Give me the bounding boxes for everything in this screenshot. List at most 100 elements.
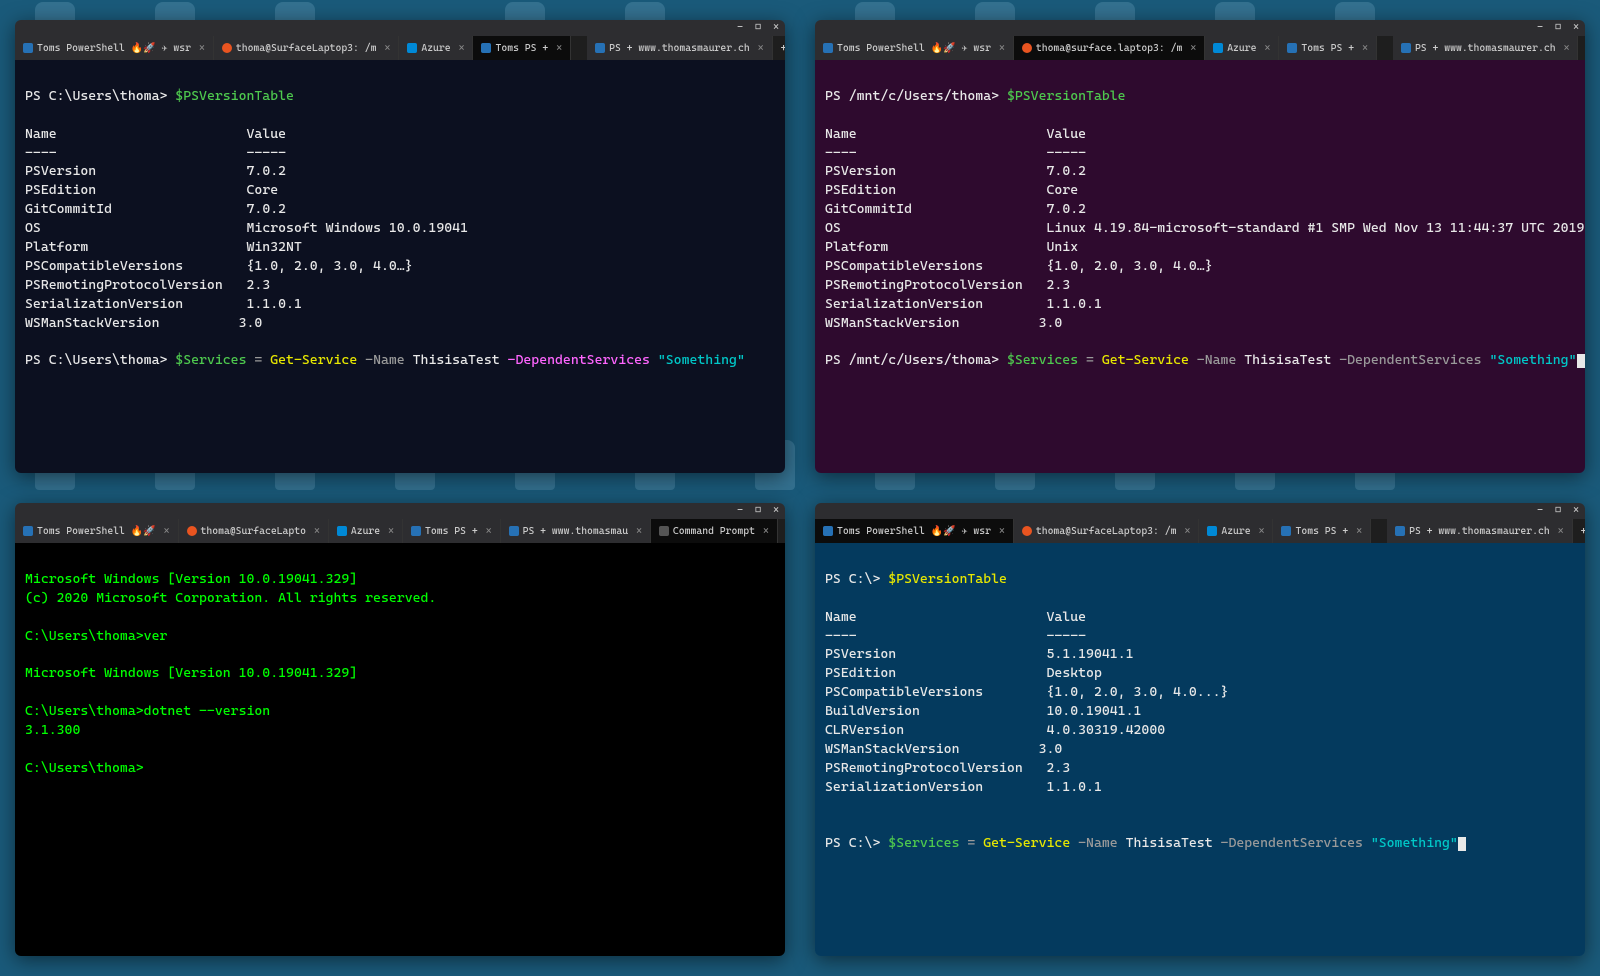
close-button[interactable]: ×: [771, 506, 781, 516]
minimize-button[interactable]: −: [1535, 23, 1545, 33]
close-icon[interactable]: ×: [636, 526, 642, 537]
tab-ps-web[interactable]: PS + www.thomasmaurer.ch×: [1393, 36, 1578, 60]
close-icon[interactable]: ×: [199, 43, 205, 54]
row-key: SerializationVersion: [25, 296, 183, 312]
tab-azure[interactable]: Azure×: [399, 36, 473, 60]
terminal-output[interactable]: PS C:\> $PSVersionTable Name Value ---- …: [815, 543, 1585, 956]
titlebar[interactable]: − □ ×: [15, 503, 785, 519]
tab-powershell[interactable]: Toms PowerShell 🔥🚀 ✈ wsr ×: [815, 36, 1014, 60]
close-icon[interactable]: ×: [459, 43, 465, 54]
close-icon[interactable]: ×: [1558, 526, 1564, 537]
close-button[interactable]: ×: [1571, 23, 1581, 33]
titlebar[interactable]: − □ ×: [15, 20, 785, 36]
tab-linux[interactable]: thoma@SurfaceLaptop3: /m ×: [214, 36, 399, 60]
close-icon[interactable]: ×: [758, 43, 764, 54]
close-icon[interactable]: ×: [384, 43, 390, 54]
tab-label: Toms PowerShell 🔥🚀: [37, 526, 156, 537]
row-key: OS: [25, 220, 41, 236]
tab-ps-web[interactable]: PS + www.thomasmaurer.ch×: [587, 36, 772, 60]
row-value: Win32NT: [246, 239, 301, 255]
tab-azure[interactable]: Azure×: [329, 519, 403, 543]
tab-powershell[interactable]: Toms PowerShell 🔥🚀 ✈ wsr×: [815, 519, 1014, 543]
close-icon[interactable]: ×: [763, 526, 769, 537]
tab-label: Azure: [1221, 526, 1250, 537]
variable: $Services: [175, 352, 246, 368]
new-tab-button[interactable]: +: [778, 519, 785, 543]
terminal-output[interactable]: PS C:\Users\thoma> $PSVersionTable Name …: [15, 60, 785, 473]
terminal-output[interactable]: PS /mnt/c/Users/thoma> $PSVersionTable N…: [815, 60, 1585, 473]
prompt: PS C:\>: [825, 571, 888, 587]
maximize-button[interactable]: □: [753, 23, 763, 33]
row-value: Core: [1047, 182, 1079, 198]
close-icon[interactable]: ×: [314, 526, 320, 537]
close-icon[interactable]: ×: [1259, 526, 1265, 537]
divider: -----: [1046, 145, 1086, 161]
tab-ps-plus[interactable]: Toms PS +×: [1279, 36, 1377, 60]
tab-ps-web[interactable]: PS + www.thomasmaurer.ch×: [1387, 519, 1572, 543]
tab-ps-plus[interactable]: Toms PS +×: [473, 36, 571, 60]
tab-label: Toms PowerShell 🔥🚀 ✈ wsr: [837, 43, 991, 54]
row-key: Platform: [25, 239, 88, 255]
divider: ----: [25, 145, 57, 161]
minimize-button[interactable]: −: [735, 23, 745, 33]
close-icon[interactable]: ×: [1362, 43, 1368, 54]
new-tab-button[interactable]: +: [1578, 36, 1585, 60]
close-icon[interactable]: ×: [164, 526, 170, 537]
tab-cmd[interactable]: Command Prompt×: [651, 519, 778, 543]
powershell-icon: [509, 526, 519, 536]
new-tab-button[interactable]: +: [773, 36, 785, 60]
close-button[interactable]: ×: [1571, 506, 1581, 516]
output-line: Microsoft Windows [Version 10.0.19041.32…: [25, 665, 357, 681]
tab-spacer: [1377, 36, 1393, 60]
new-tab-button[interactable]: +: [1573, 519, 1585, 543]
row-key: PSEdition: [825, 665, 896, 681]
maximize-button[interactable]: □: [1553, 506, 1563, 516]
close-icon[interactable]: ×: [1356, 526, 1362, 537]
terminal-window-cmd[interactable]: − □ × Toms PowerShell 🔥🚀 × thoma@SurfaceL…: [15, 503, 785, 956]
minimize-button[interactable]: −: [735, 506, 745, 516]
close-icon[interactable]: ×: [1564, 43, 1570, 54]
terminal-window-powershell-core-linux[interactable]: − □ × Toms PowerShell 🔥🚀 ✈ wsr × thoma@su…: [815, 20, 1585, 473]
close-icon[interactable]: ×: [999, 43, 1005, 54]
close-button[interactable]: ×: [771, 23, 781, 33]
titlebar[interactable]: − □ ×: [815, 20, 1585, 36]
close-icon[interactable]: ×: [1264, 43, 1270, 54]
terminal-window-powershell-5[interactable]: − □ × Toms PowerShell 🔥🚀 ✈ wsr× thoma@Su…: [815, 503, 1585, 956]
terminal-output[interactable]: Microsoft Windows [Version 10.0.19041.32…: [15, 543, 785, 956]
azure-icon: [1213, 43, 1223, 53]
maximize-button[interactable]: □: [753, 506, 763, 516]
titlebar[interactable]: − □ ×: [815, 503, 1585, 519]
powershell-icon: [1287, 43, 1297, 53]
terminal-window-powershell-core-windows[interactable]: − □ × Toms PowerShell 🔥🚀 ✈ wsr × thoma@Su…: [15, 20, 785, 473]
close-icon[interactable]: ×: [388, 526, 394, 537]
row-key: GitCommitId: [25, 201, 112, 217]
tab-ps-plus[interactable]: Toms PS +×: [403, 519, 501, 543]
tab-ps-plus[interactable]: Toms PS +×: [1273, 519, 1371, 543]
close-icon[interactable]: ×: [1190, 43, 1196, 54]
row-key: PSRemotingProtocolVersion: [25, 277, 223, 293]
tab-powershell[interactable]: Toms PowerShell 🔥🚀 ×: [15, 519, 179, 543]
maximize-button[interactable]: □: [1553, 23, 1563, 33]
tab-ps-web[interactable]: PS + www.thomasmau×: [501, 519, 651, 543]
tab-linux[interactable]: thoma@SurfaceLaptop3: /m×: [1014, 519, 1199, 543]
tab-azure[interactable]: Azure ×: [1199, 519, 1273, 543]
tab-powershell[interactable]: Toms PowerShell 🔥🚀 ✈ wsr ×: [15, 36, 214, 60]
row-value: 7.0.2: [1047, 201, 1087, 217]
row-key: PSVersion: [825, 646, 896, 662]
tab-azure[interactable]: Azure×: [1205, 36, 1279, 60]
close-icon[interactable]: ×: [1184, 526, 1190, 537]
close-icon[interactable]: ×: [999, 526, 1005, 537]
command: $PSVersionTable: [888, 571, 1007, 587]
row-value: Microsoft Windows 10.0.19041: [247, 220, 468, 236]
minimize-button[interactable]: −: [1535, 506, 1545, 516]
table-header-value: Value: [1046, 126, 1086, 142]
tab-label: Toms PowerShell 🔥🚀 ✈ wsr: [37, 43, 191, 54]
tab-linux[interactable]: thoma@surface.laptop3: /m×: [1014, 36, 1205, 60]
close-icon[interactable]: ×: [486, 526, 492, 537]
tab-linux[interactable]: thoma@SurfaceLapto×: [179, 519, 329, 543]
operator: =: [247, 352, 271, 368]
operator: =: [1078, 352, 1102, 368]
new-tab-button[interactable]: [571, 36, 587, 60]
close-icon[interactable]: ×: [556, 43, 562, 54]
cmd-icon: [659, 526, 669, 536]
